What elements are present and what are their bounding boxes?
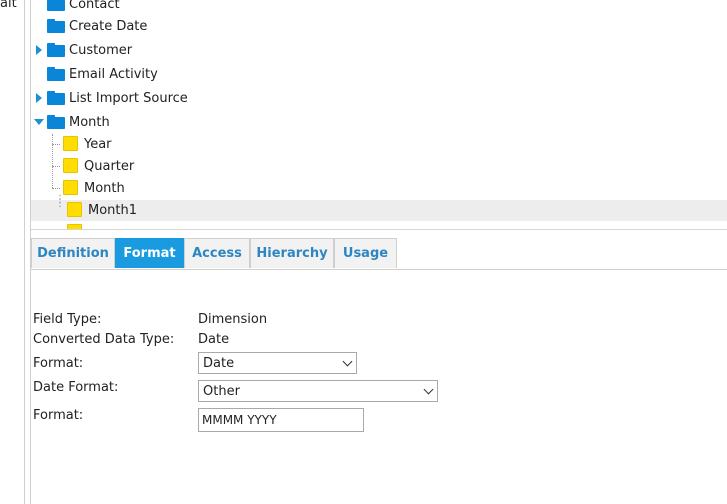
- chevron-down-icon: [342, 356, 353, 367]
- level-icon: [63, 158, 78, 173]
- format-label: Format:: [33, 356, 84, 371]
- tree-item-label: Contact: [69, 0, 120, 12]
- tab-format[interactable]: Format: [115, 238, 184, 268]
- tab-hierarchy[interactable]: Hierarchy: [250, 238, 334, 268]
- left-panel: ait: [0, 0, 30, 504]
- tab-definition[interactable]: Definition: [31, 238, 115, 268]
- tree-item-label: Month: [69, 114, 110, 130]
- tree-item-label: Quarter: [84, 158, 135, 174]
- folder-icon: [47, 67, 65, 81]
- tree-item-label: Email Activity: [69, 66, 158, 82]
- folder-icon: [47, 0, 65, 11]
- tree-item-label: List Import Source: [69, 90, 188, 106]
- tree-connector: [52, 166, 60, 167]
- format-string-label: Format:: [33, 408, 84, 423]
- tree-item-label: Create Date: [69, 18, 148, 34]
- tab-usage[interactable]: Usage: [334, 238, 397, 268]
- folder-icon: [47, 91, 65, 105]
- resize-handle[interactable]: ⋮ ⋮: [55, 195, 65, 209]
- date-format-select[interactable]: Other: [198, 380, 438, 402]
- left-panel-divider: [24, 0, 25, 504]
- field-tree[interactable]: ⋮ ⋮ Contact Create Date Customer Email Ac…: [31, 0, 727, 230]
- tree-item-label: Customer: [69, 42, 133, 58]
- expand-arrow-icon[interactable]: [36, 45, 42, 55]
- format-select-value: Date: [203, 355, 235, 371]
- level-icon: [67, 202, 82, 217]
- tree-connector: [52, 144, 60, 145]
- folder-icon: [47, 115, 65, 129]
- chevron-down-icon: [423, 384, 434, 395]
- field-type-value: Dimension: [198, 312, 268, 327]
- converted-data-type-value: Date: [198, 332, 230, 347]
- converted-data-type-label: Converted Data Type:: [33, 332, 175, 347]
- tab-access[interactable]: Access: [184, 238, 250, 268]
- format-string-input[interactable]: [198, 408, 364, 432]
- tree-item-label: Year: [84, 136, 112, 152]
- level-icon: [63, 180, 78, 195]
- level-icon: [67, 224, 82, 229]
- tree-item-label: Month1: [88, 202, 138, 218]
- collapse-arrow-icon[interactable]: [34, 119, 44, 125]
- expand-arrow-icon[interactable]: [36, 93, 42, 103]
- folder-icon: [47, 19, 65, 33]
- format-form: Field Type: Dimension Converted Data Typ…: [31, 270, 727, 504]
- level-icon: [63, 136, 78, 151]
- date-format-select-value: Other: [203, 383, 240, 399]
- left-panel-clipped-text: ait: [0, 0, 17, 11]
- tree-connector: [52, 134, 53, 188]
- tree-item-label: Month: [84, 180, 125, 196]
- date-format-label: Date Format:: [33, 380, 119, 395]
- tree-connector: [52, 188, 60, 189]
- field-type-label: Field Type:: [33, 312, 102, 327]
- tab-bar: Definition Format Access Hierarchy Usage: [31, 238, 727, 270]
- format-select[interactable]: Date: [198, 352, 357, 374]
- folder-icon: [47, 43, 65, 57]
